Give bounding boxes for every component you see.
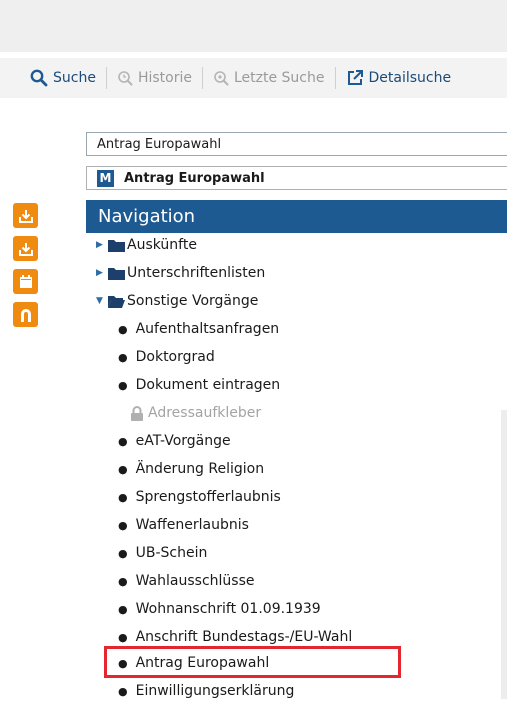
tree-item-label: Aufenthaltsanfragen — [135, 321, 280, 337]
toolbar-divider — [334, 67, 336, 89]
folder-label: Auskünfte — [127, 237, 197, 253]
folder-sonstige-vorgaenge[interactable]: ▼ Sonstige Vorgänge — [96, 289, 258, 313]
bullet-icon: ● — [118, 574, 128, 588]
download-icon — [18, 209, 33, 223]
bullet-icon: ● — [118, 462, 128, 476]
tree-item-locked: Adressaufkleber — [130, 401, 261, 425]
bullet-icon: ● — [118, 602, 128, 616]
folder-label: Unterschriftenlisten — [127, 265, 266, 281]
magnet-button[interactable] — [13, 302, 38, 327]
folder-label: Sonstige Vorgänge — [127, 293, 259, 309]
calendar-button[interactable] — [13, 269, 38, 294]
download-alt-button[interactable] — [13, 236, 38, 261]
open-folder-icon — [108, 295, 125, 308]
bullet-icon: ● — [118, 518, 128, 532]
toolbar-divider — [105, 67, 107, 89]
tree-item[interactable]: ● Wahlausschlüsse — [118, 569, 254, 593]
calendar-icon — [19, 274, 32, 288]
bullet-icon: ● — [118, 322, 128, 336]
caret-right-icon[interactable]: ▶ — [96, 240, 108, 250]
suggestion-label: Antrag Europawahl — [124, 170, 265, 186]
tree-item-label: Doktorgrad — [135, 349, 215, 365]
magnet-icon — [20, 308, 31, 322]
tree-item[interactable]: ● eAT-Vorgänge — [118, 429, 231, 453]
last-search-button-label: Letzte Suche — [233, 70, 325, 86]
tree-item-label: UB-Schein — [135, 545, 208, 561]
tree-item-label: eAT-Vorgänge — [135, 433, 231, 449]
bullet-icon: ● — [118, 378, 128, 392]
tree-item[interactable]: ● Doktorgrad — [118, 345, 215, 369]
tree-item-label: Wahlausschlüsse — [135, 573, 255, 589]
history-button[interactable]: Historie — [117, 70, 192, 86]
tree-item[interactable]: ● Aufenthaltsanfragen — [118, 317, 279, 341]
tree-item-label: Adressaufkleber — [148, 405, 262, 421]
navigation-header: Navigation — [86, 200, 507, 233]
folder-unterschriftenlisten[interactable]: ▶ Unterschriftenlisten — [96, 261, 265, 285]
bullet-icon: ● — [118, 684, 128, 698]
tree-item[interactable]: ● Dokument eintragen — [118, 373, 280, 397]
scrollbar[interactable] — [501, 410, 507, 699]
search-toolbar: Suche Historie Letzte Suche Detailsuche — [0, 58, 507, 98]
search-icon — [30, 69, 48, 87]
quick-search-input[interactable] — [86, 132, 507, 156]
navigation-title: Navigation — [98, 206, 196, 227]
tree-item-label: Dokument eintragen — [135, 377, 281, 393]
download-alt-icon — [18, 242, 33, 256]
side-toolbar — [13, 203, 38, 335]
external-link-icon — [347, 70, 363, 85]
bullet-icon: ● — [118, 546, 128, 560]
top-bar — [0, 0, 507, 52]
search-button-label: Suche — [53, 70, 96, 86]
tree-item-label: Sprengstofferlaubnis — [135, 489, 281, 505]
folder-icon — [108, 239, 125, 252]
last-search-button[interactable]: Letzte Suche — [213, 70, 325, 86]
bullet-icon: ● — [118, 350, 128, 364]
caret-right-icon[interactable]: ▶ — [96, 268, 108, 278]
tree-item-label: Wohnanschrift 01.09.1939 — [135, 601, 321, 617]
tree-item-label: Einwilligungserklärung — [135, 683, 295, 699]
history-search-icon — [118, 71, 133, 86]
folder-icon — [108, 267, 125, 280]
search-button[interactable]: Suche — [30, 69, 96, 87]
detail-search-button-label: Detailsuche — [368, 70, 452, 86]
history-button-label: Historie — [137, 70, 192, 86]
download-button[interactable] — [13, 203, 38, 228]
lock-icon — [131, 405, 143, 421]
folder-auskuenfte[interactable]: ▶ Auskünfte — [96, 233, 197, 257]
highlight-box — [104, 646, 401, 678]
tree-item-label: Änderung Religion — [135, 461, 265, 477]
toolbar-divider — [201, 67, 203, 89]
module-badge: M — [97, 169, 114, 187]
tree-item[interactable]: ● UB-Schein — [118, 541, 207, 565]
tree-item-label: Waffenerlaubnis — [135, 517, 249, 533]
tree-item[interactable]: ● Wohnanschrift 01.09.1939 — [118, 597, 321, 621]
last-search-icon — [214, 71, 229, 86]
bullet-icon: ● — [118, 630, 128, 644]
tree-item-label: Anschrift Bundestags-/EU-Wahl — [135, 629, 353, 645]
bullet-icon: ● — [118, 490, 128, 504]
tree-item[interactable]: ● Einwilligungserklärung — [118, 679, 294, 703]
search-suggestion[interactable]: M Antrag Europawahl — [86, 166, 507, 190]
tree-item[interactable]: ● Änderung Religion — [118, 457, 264, 481]
caret-down-icon[interactable]: ▼ — [96, 296, 108, 306]
detail-search-button[interactable]: Detailsuche — [346, 69, 452, 87]
tree-item[interactable]: ● Sprengstofferlaubnis — [118, 485, 281, 509]
tree-item[interactable]: ● Waffenerlaubnis — [118, 513, 249, 537]
bullet-icon: ● — [118, 434, 128, 448]
